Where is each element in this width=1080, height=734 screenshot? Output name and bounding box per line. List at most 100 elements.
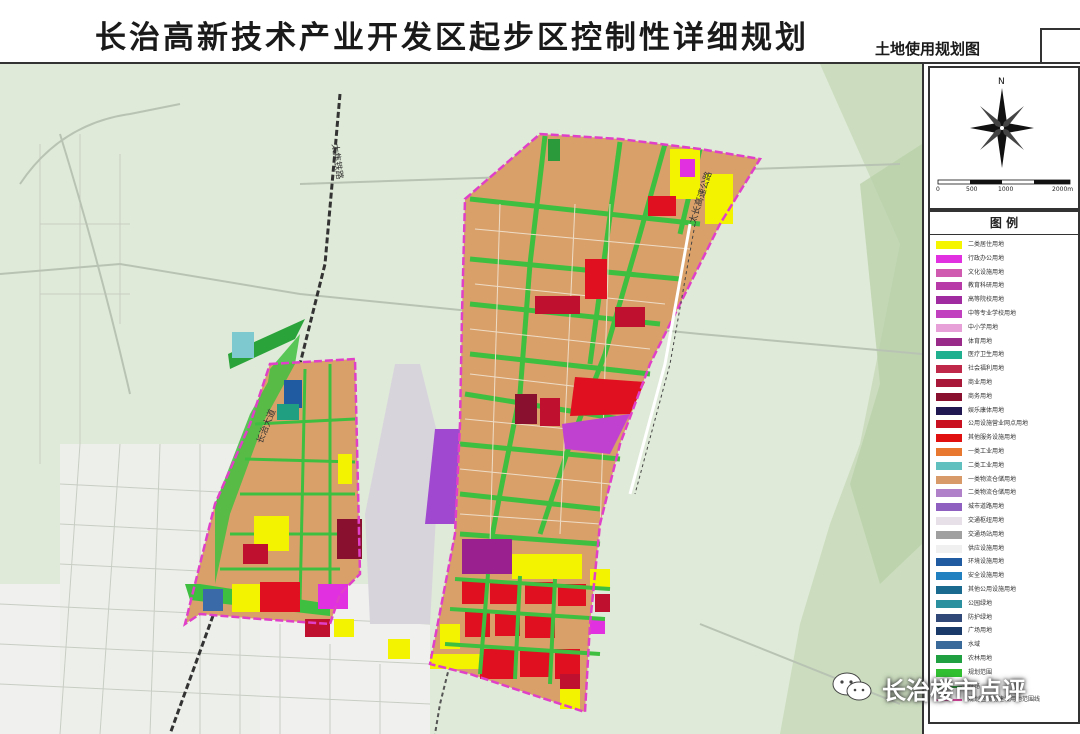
legend-swatch [936, 599, 962, 608]
legend-label: 公园绿地 [968, 599, 993, 607]
legend-item: 公用设施营业网点用地 [936, 419, 1074, 429]
legend-item: 农林用地 [936, 654, 1074, 663]
legend-swatch [936, 572, 962, 581]
legend-item: 行政办公用地 [936, 254, 1074, 263]
watermark: 长治楼市点评 [830, 668, 1060, 708]
legend-label: 社会福利用地 [968, 365, 1005, 373]
legend-label: 二类物流仓储用地 [968, 489, 1017, 497]
wechat-icon [832, 672, 872, 701]
legend-item: 供应设施用地 [936, 544, 1074, 553]
legend-swatch [936, 254, 962, 263]
legend-item: 其他公用设施用地 [936, 585, 1074, 594]
side-panel: N 0 500 1000 2000m 图 例 二类居住用地行政办公用地 文化设施… [924, 64, 1080, 734]
title-bar: 长治高新技术产业开发区起步区控制性详细规划 土地使用规划图 [0, 0, 1080, 64]
legend-label: 文化设施用地 [968, 268, 1005, 276]
legend-item: 交通枢纽用地 [936, 516, 1074, 525]
page-title: 长治高新技术产业开发区起步区控制性详细规划 [95, 20, 809, 56]
legend-label: 一类工业用地 [968, 448, 1005, 455]
legend-item: 其他服务设施用地 [936, 433, 1074, 443]
legend-swatch [936, 655, 962, 663]
legend-swatch [936, 296, 962, 305]
legend-label: 高等院校用地 [968, 296, 1005, 304]
legend-item: 交通场站用地 [936, 530, 1074, 539]
legend-label: 交通场站用地 [968, 530, 1005, 538]
legend-item: 二类物流仓储用地 [936, 488, 1074, 498]
legend-label: 商务用地 [968, 392, 993, 400]
legend-item: 高等院校用地 [936, 295, 1074, 305]
legend-label: 二类工业用地 [968, 461, 1005, 469]
legend-item: 娱乐康体用地 [936, 406, 1074, 415]
legend-item: 一类物流仓储用地 [936, 475, 1074, 484]
legend-swatch [936, 434, 962, 443]
legend-swatch [936, 448, 962, 456]
legend-label: 交通枢纽用地 [968, 517, 1005, 524]
legend-label: 供应设施用地 [968, 544, 1005, 552]
legend-label: 防护绿地 [968, 613, 993, 621]
legend-item: 文化设施用地 [936, 268, 1074, 277]
compass-box: N 0 500 1000 2000m [928, 66, 1080, 210]
legend-item: 二类工业用地 [936, 461, 1074, 470]
legend-item: 公园绿地 [936, 599, 1074, 608]
legend-label: 商业用地 [968, 379, 993, 386]
legend-swatch [936, 641, 962, 650]
legend-label: 广场用地 [968, 627, 993, 635]
legend-label: 公用设施营业网点用地 [968, 420, 1029, 428]
legend-swatch [936, 392, 962, 401]
scale-label-500: 500 [966, 186, 978, 193]
legend-swatch [936, 475, 962, 484]
legend: 图 例 二类居住用地 行政办公用地 文化设施用地 教育科研用地 高等院校用地中等专业学校… [928, 210, 1080, 724]
legend-item: 中小学用地 [936, 323, 1074, 332]
legend-item: 中等专业学校用地 [936, 309, 1074, 318]
legend-swatch [936, 586, 962, 594]
legend-title: 图 例 [930, 212, 1078, 235]
legend-item: 体育用地 [936, 337, 1074, 346]
legend-swatch [936, 489, 962, 498]
map-subtitle: 土地使用规划图 [875, 40, 981, 58]
legend-label: 医疗卫生用地 [968, 351, 1005, 359]
legend-label: 安全设施用地 [968, 572, 1005, 580]
legend-label: 教育科研用地 [968, 282, 1005, 290]
legend-label: 其他公用设施用地 [968, 586, 1017, 593]
legend-label: 中等专业学校用地 [968, 310, 1017, 317]
scale-label-1000: 1000 [998, 186, 1014, 193]
legend-swatch [936, 530, 962, 539]
legend-label: 环境设施用地 [968, 558, 1005, 566]
legend-label: 农林用地 [968, 655, 993, 662]
legend-item: 防护绿地 [936, 613, 1074, 622]
map-canvas: 太焦铁路 太长高速公路 长治大道 [0, 64, 922, 734]
legend-item: 安全设施用地 [936, 571, 1074, 581]
legend-label: 城市道路用地 [968, 503, 1005, 511]
legend-swatch [936, 268, 962, 277]
legend-label: 体育用地 [968, 337, 993, 345]
legend-swatch [936, 282, 962, 291]
legend-swatch [936, 323, 962, 332]
legend-swatch [936, 241, 962, 249]
legend-label: 一类物流仓储用地 [968, 475, 1017, 483]
scale-label-0: 0 [936, 186, 940, 193]
title-corner-box [1040, 28, 1080, 64]
legend-label: 中小学用地 [968, 323, 999, 331]
legend-item: 教育科研用地 [936, 281, 1074, 291]
legend-item: 商业用地 [936, 378, 1074, 387]
legend-label: 二类居住用地 [968, 241, 1005, 248]
legend-swatch [936, 379, 962, 387]
legend-swatch [936, 503, 962, 512]
legend-swatch [936, 627, 962, 636]
watermark-text: 长治楼市点评 [882, 677, 1026, 705]
legend-item: 环境设施用地 [936, 557, 1074, 567]
legend-swatch [936, 310, 962, 318]
land-use-map[interactable]: 太焦铁路 太长高速公路 长治大道 [0, 64, 924, 734]
legend-label: 水域 [968, 641, 981, 649]
legend-label: 行政办公用地 [968, 254, 1005, 262]
legend-item: 城市道路用地 [936, 502, 1074, 512]
legend-swatch [936, 351, 962, 360]
legend-item: 一类工业用地 [936, 447, 1074, 456]
legend-swatch [936, 337, 962, 346]
legend-item: 水域 [936, 640, 1074, 650]
legend-swatch [936, 558, 962, 567]
legend-swatch [936, 365, 962, 374]
legend-swatch [936, 517, 962, 525]
legend-swatch [936, 613, 962, 622]
legend-item: 广场用地 [936, 626, 1074, 636]
legend-swatch [936, 420, 962, 429]
